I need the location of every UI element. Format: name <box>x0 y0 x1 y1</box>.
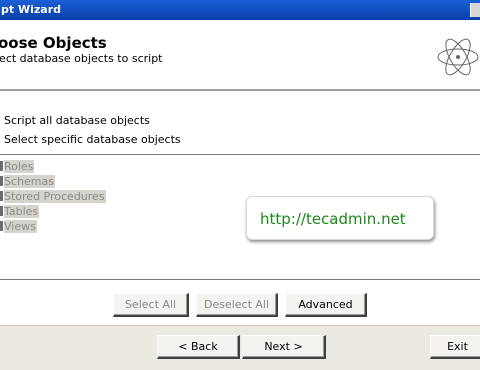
checkbox[interactable] <box>0 221 3 231</box>
advanced-button[interactable]: Advanced <box>285 293 367 317</box>
watermark-label: http://tecadmin.net <box>246 196 434 240</box>
list-item-label: Stored Procedures <box>4 190 106 203</box>
list-item-label: Views <box>4 220 37 233</box>
window-titlebar: pt Wizard <box>0 0 480 20</box>
next-button[interactable]: Next > <box>242 335 326 359</box>
wizard-footer: < Back Next > Exit <box>0 325 480 370</box>
select-specific-option[interactable]: Select specific database objects <box>4 133 181 146</box>
list-item[interactable]: Views <box>0 220 37 234</box>
script-options-group: Script all database objects Select speci… <box>0 92 480 154</box>
exit-button[interactable]: Exit <box>430 335 480 359</box>
deselect-all-button[interactable]: Deselect All <box>196 293 278 317</box>
checkbox[interactable] <box>0 206 3 216</box>
checkbox[interactable] <box>0 191 3 201</box>
select-all-button[interactable]: Select All <box>113 293 189 317</box>
list-button-row: Select All Deselect All Advanced <box>0 281 480 325</box>
back-button[interactable]: < Back <box>157 335 240 359</box>
page-subtitle: lect database objects to script <box>0 52 163 65</box>
list-item[interactable]: Roles <box>0 160 35 174</box>
list-item[interactable]: Tables <box>0 205 40 219</box>
list-item-label: Tables <box>4 205 40 218</box>
wizard-header: oose Objects lect database objects to sc… <box>0 20 480 90</box>
window-control-button[interactable] <box>470 3 480 17</box>
script-all-option[interactable]: Script all database objects <box>4 114 150 127</box>
checkbox[interactable] <box>0 161 3 171</box>
list-item[interactable]: Schemas <box>0 175 55 189</box>
window-title: pt Wizard <box>1 3 61 16</box>
list-item-label: Schemas <box>4 175 55 188</box>
list-item[interactable]: Stored Procedures <box>0 190 106 204</box>
list-item-label: Roles <box>4 160 35 173</box>
checkbox[interactable] <box>0 176 3 186</box>
page-title: oose Objects <box>0 34 107 52</box>
atom-wizard-icon <box>437 38 479 76</box>
